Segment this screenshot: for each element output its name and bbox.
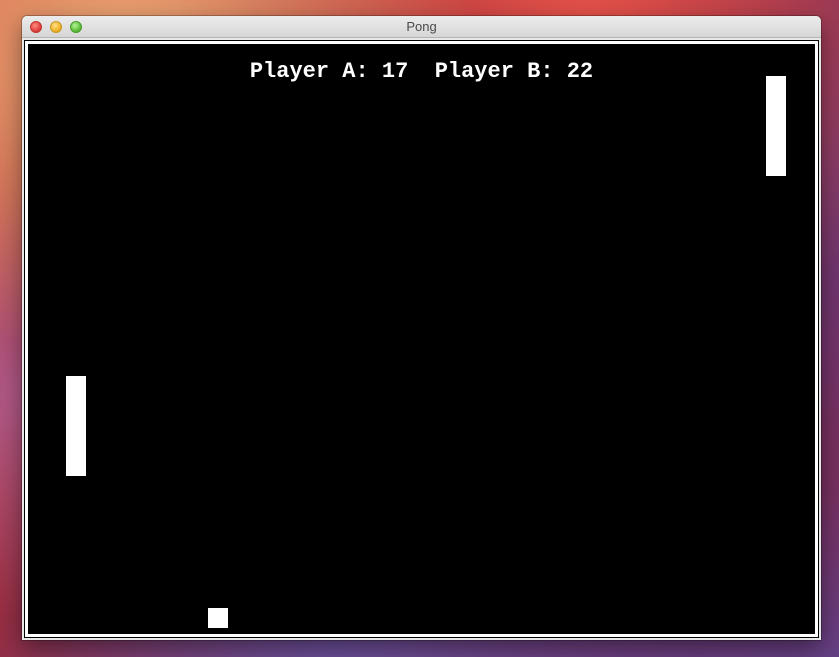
court-border: Player A: 17 Player B: 22 bbox=[24, 40, 819, 638]
scoreboard: Player A: 17 Player B: 22 bbox=[29, 59, 814, 85]
player-b-label: Player B: bbox=[434, 59, 554, 84]
player-b-score: 22 bbox=[566, 59, 594, 84]
paddle-player-b bbox=[766, 76, 786, 176]
player-a-label: Player A: bbox=[249, 59, 369, 84]
ball bbox=[208, 608, 228, 628]
game-canvas-area: Player A: 17 Player B: 22 bbox=[22, 38, 821, 640]
player-a-score: 17 bbox=[381, 59, 409, 84]
game-court[interactable]: Player A: 17 Player B: 22 bbox=[28, 44, 815, 634]
pong-window: Pong Player A: 17 Player B: 22 bbox=[22, 16, 821, 640]
paddle-player-a bbox=[66, 376, 86, 476]
title-bar[interactable]: Pong bbox=[22, 16, 821, 38]
window-title: Pong bbox=[406, 19, 437, 34]
